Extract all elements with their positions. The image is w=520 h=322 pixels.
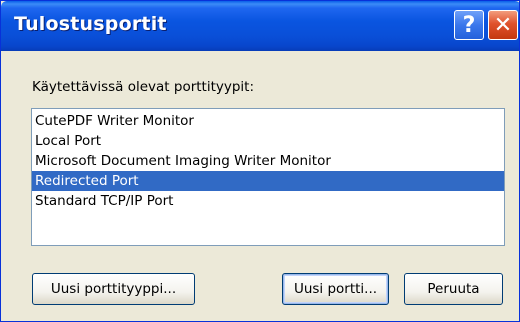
help-icon: ?: [462, 12, 476, 38]
list-item[interactable]: Local Port: [32, 131, 504, 151]
list-item[interactable]: CutePDF Writer Monitor: [32, 111, 504, 131]
port-types-list[interactable]: CutePDF Writer Monitor Local Port Micros…: [31, 108, 505, 246]
close-icon: ✕: [493, 12, 513, 38]
list-item[interactable]: Standard TCP/IP Port: [32, 191, 504, 211]
title-bar[interactable]: Tulostusportit ? ✕: [1, 1, 519, 51]
port-types-label: Käytettävissä olevat porttityypit:: [32, 79, 255, 95]
list-item[interactable]: Microsoft Document Imaging Writer Monito…: [32, 151, 504, 171]
cancel-button[interactable]: Peruuta: [404, 273, 503, 305]
close-button[interactable]: ✕: [488, 10, 518, 40]
new-port-type-button[interactable]: Uusi porttityyppi...: [32, 273, 195, 305]
list-item-selected[interactable]: Redirected Port: [32, 171, 504, 191]
help-button[interactable]: ?: [454, 10, 484, 40]
ports-dialog: Tulostusportit ? ✕ Käytettävissä olevat …: [0, 0, 520, 322]
window-title: Tulostusportit: [14, 13, 167, 35]
new-port-button[interactable]: Uusi portti...: [282, 273, 389, 305]
